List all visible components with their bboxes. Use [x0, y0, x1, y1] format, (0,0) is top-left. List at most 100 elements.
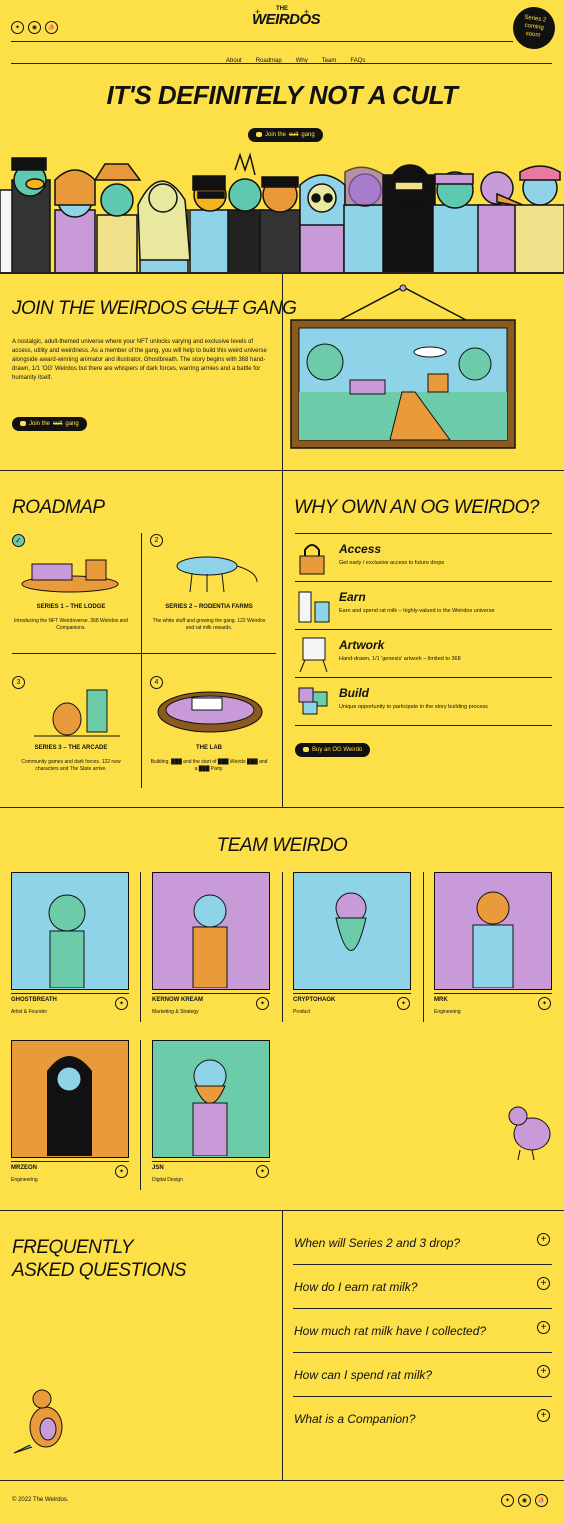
- faq-item[interactable]: How much rat milk have I collected? +: [293, 1309, 552, 1353]
- main-nav: About Roadmap Why Team FAQs: [219, 49, 372, 67]
- roadmap-item-desc: Introducing the NFT Weirdoverse. 368 Wei…: [14, 618, 128, 632]
- boat-icon: [303, 747, 309, 752]
- buy-og-weirdo-button[interactable]: Buy an OG Weirdo: [295, 739, 371, 757]
- team-avatar: [11, 1040, 129, 1158]
- discord-icon: [20, 421, 26, 426]
- team-member-role: Artist & Founder: [11, 1009, 48, 1015]
- faq-item[interactable]: What is a Companion? +: [293, 1397, 552, 1441]
- twitter-icon[interactable]: ✦: [397, 997, 410, 1010]
- faq-item[interactable]: How can I spend rat milk? +: [293, 1353, 552, 1397]
- roadmap-item: 3 SERIES 3 – THE ARCADE Community games …: [12, 676, 130, 786]
- faq-item[interactable]: How do I earn rat milk? +: [293, 1265, 552, 1309]
- why-item-desc: Unique opportunity to participate in the…: [339, 704, 488, 710]
- why-item: Earn Earn and spend rat milk – highly-va…: [295, 582, 552, 630]
- why-item-title: Earn: [339, 590, 366, 604]
- twitter-icon[interactable]: ✦: [256, 1165, 269, 1178]
- divider: [11, 63, 552, 64]
- twitter-icon[interactable]: ✦: [115, 997, 128, 1010]
- why-item-title: Artwork: [339, 638, 385, 652]
- faq-question: What is a Companion?: [294, 1412, 416, 1426]
- discord-icon[interactable]: ◉: [518, 1494, 531, 1507]
- team-member-role: Engineering: [11, 1177, 38, 1183]
- discord-icon[interactable]: ◉: [28, 21, 41, 34]
- framed-painting: [290, 284, 516, 449]
- series-badge: Series 2 coming soon!: [510, 4, 558, 52]
- header-socials: ✦ ◉ ⛵: [11, 21, 58, 34]
- faq-question: How do I earn rat milk?: [294, 1280, 418, 1294]
- why-item-title: Build: [339, 686, 369, 700]
- team-avatar: [434, 872, 552, 990]
- team-member-role: Marketing & Strategy: [152, 1009, 199, 1015]
- about-title: JOIN THE WEIRDOS CULT GANG: [12, 298, 297, 320]
- why-title: WHY OWN AN OG WEIRDO?: [294, 497, 539, 518]
- roadmap-item-desc: The white stuff and growing the gang. 12…: [152, 618, 266, 632]
- roadmap-number: 2: [150, 534, 163, 547]
- logo[interactable]: THE WEIRDOS + +: [252, 6, 321, 27]
- plus-icon[interactable]: +: [537, 1233, 550, 1246]
- copyright: © 2022 The Weirdos.: [12, 1497, 69, 1503]
- team-member-name: CRYPTOHAGK: [293, 997, 336, 1003]
- divider: [423, 872, 424, 1022]
- divider: [282, 273, 283, 808]
- roadmap-item: ✓ SERIES 1 – THE LODGE Introducing the N…: [12, 534, 130, 644]
- team-member-name: KERNOW KREAM: [152, 997, 203, 1003]
- roadmap-item-desc: Building, ███ and the start of ███ Weird…: [150, 759, 268, 773]
- divider: [140, 1040, 141, 1190]
- hero-title: IT'S DEFINITELY NOT A CULT: [106, 80, 458, 110]
- lab-illustration: [157, 691, 263, 733]
- twitter-icon[interactable]: ✦: [115, 1165, 128, 1178]
- why-item: Artwork Hand-drawn, 1/1 'genesis' artwor…: [295, 630, 552, 678]
- team-member-role: Engineering: [434, 1009, 461, 1015]
- check-icon: ✓: [12, 534, 25, 547]
- roadmap-item-desc: Community games and dark forces. 122 new…: [21, 759, 121, 773]
- twitter-icon[interactable]: ✦: [538, 997, 551, 1010]
- dragon-mascot: [13, 1389, 63, 1454]
- divider: [11, 41, 513, 42]
- divider: [434, 993, 552, 994]
- about-title-text: GANG: [237, 298, 297, 319]
- about-cta-button[interactable]: Join the cult gang: [12, 413, 87, 431]
- divider: [0, 470, 564, 471]
- faq-title-line: FREQUENTLY: [12, 1237, 134, 1258]
- sparkle-icon: +: [255, 7, 261, 17]
- puzzle-icon: [298, 687, 328, 715]
- rat-illustration: [176, 556, 258, 592]
- divider: [293, 993, 411, 994]
- hero-cta-button[interactable]: Join the cult gang: [248, 124, 323, 142]
- faq-title: FREQUENTLY ASKED QUESTIONS: [12, 1236, 187, 1282]
- boat-icon[interactable]: ⛵: [45, 21, 58, 34]
- roadmap-item-title: THE LAB: [196, 745, 222, 751]
- divider: [152, 1161, 270, 1162]
- cta-text: Join the: [265, 131, 287, 138]
- discord-icon: [256, 132, 262, 137]
- divider: [141, 533, 142, 788]
- roadmap-item-title: SERIES 2 – RODENTIA FARMS: [165, 604, 253, 610]
- faq-question: When will Series 2 and 3 drop?: [294, 1236, 461, 1250]
- why-item-desc: Get early / exclusive access to future d…: [339, 560, 445, 566]
- faq-question: How can I spend rat milk?: [294, 1368, 433, 1382]
- faq-item[interactable]: When will Series 2 and 3 drop? +: [293, 1221, 552, 1265]
- arcade-illustration: [34, 689, 120, 737]
- plus-icon[interactable]: +: [537, 1321, 550, 1334]
- divider: [12, 653, 276, 654]
- about-title-text: JOIN THE WEIRDOS: [12, 298, 192, 319]
- twitter-icon[interactable]: ✦: [501, 1494, 514, 1507]
- team-member-name: MRZEON: [11, 1165, 37, 1171]
- cta-text: gang: [301, 131, 315, 138]
- footer-socials: ✦ ◉ ⛵: [501, 1494, 548, 1507]
- plus-icon[interactable]: +: [537, 1365, 550, 1378]
- team-member-name: JSN: [152, 1165, 164, 1171]
- plus-icon[interactable]: +: [537, 1409, 550, 1422]
- cta-strike: cult: [53, 420, 63, 427]
- roadmap-item: 4 THE LAB Building, ███ and the start of…: [150, 676, 268, 786]
- twitter-icon[interactable]: ✦: [11, 21, 24, 34]
- twitter-icon[interactable]: ✦: [256, 997, 269, 1010]
- about-title-strike: CULT: [191, 298, 238, 319]
- team-member-name: GHOSTBREATH: [11, 997, 57, 1003]
- boat-icon[interactable]: ⛵: [535, 1494, 548, 1507]
- divider: [0, 1480, 564, 1481]
- plus-icon[interactable]: +: [537, 1277, 550, 1290]
- team-avatar: [152, 1040, 270, 1158]
- sparkle-icon: +: [303, 7, 309, 17]
- roadmap-number: 3: [12, 676, 25, 689]
